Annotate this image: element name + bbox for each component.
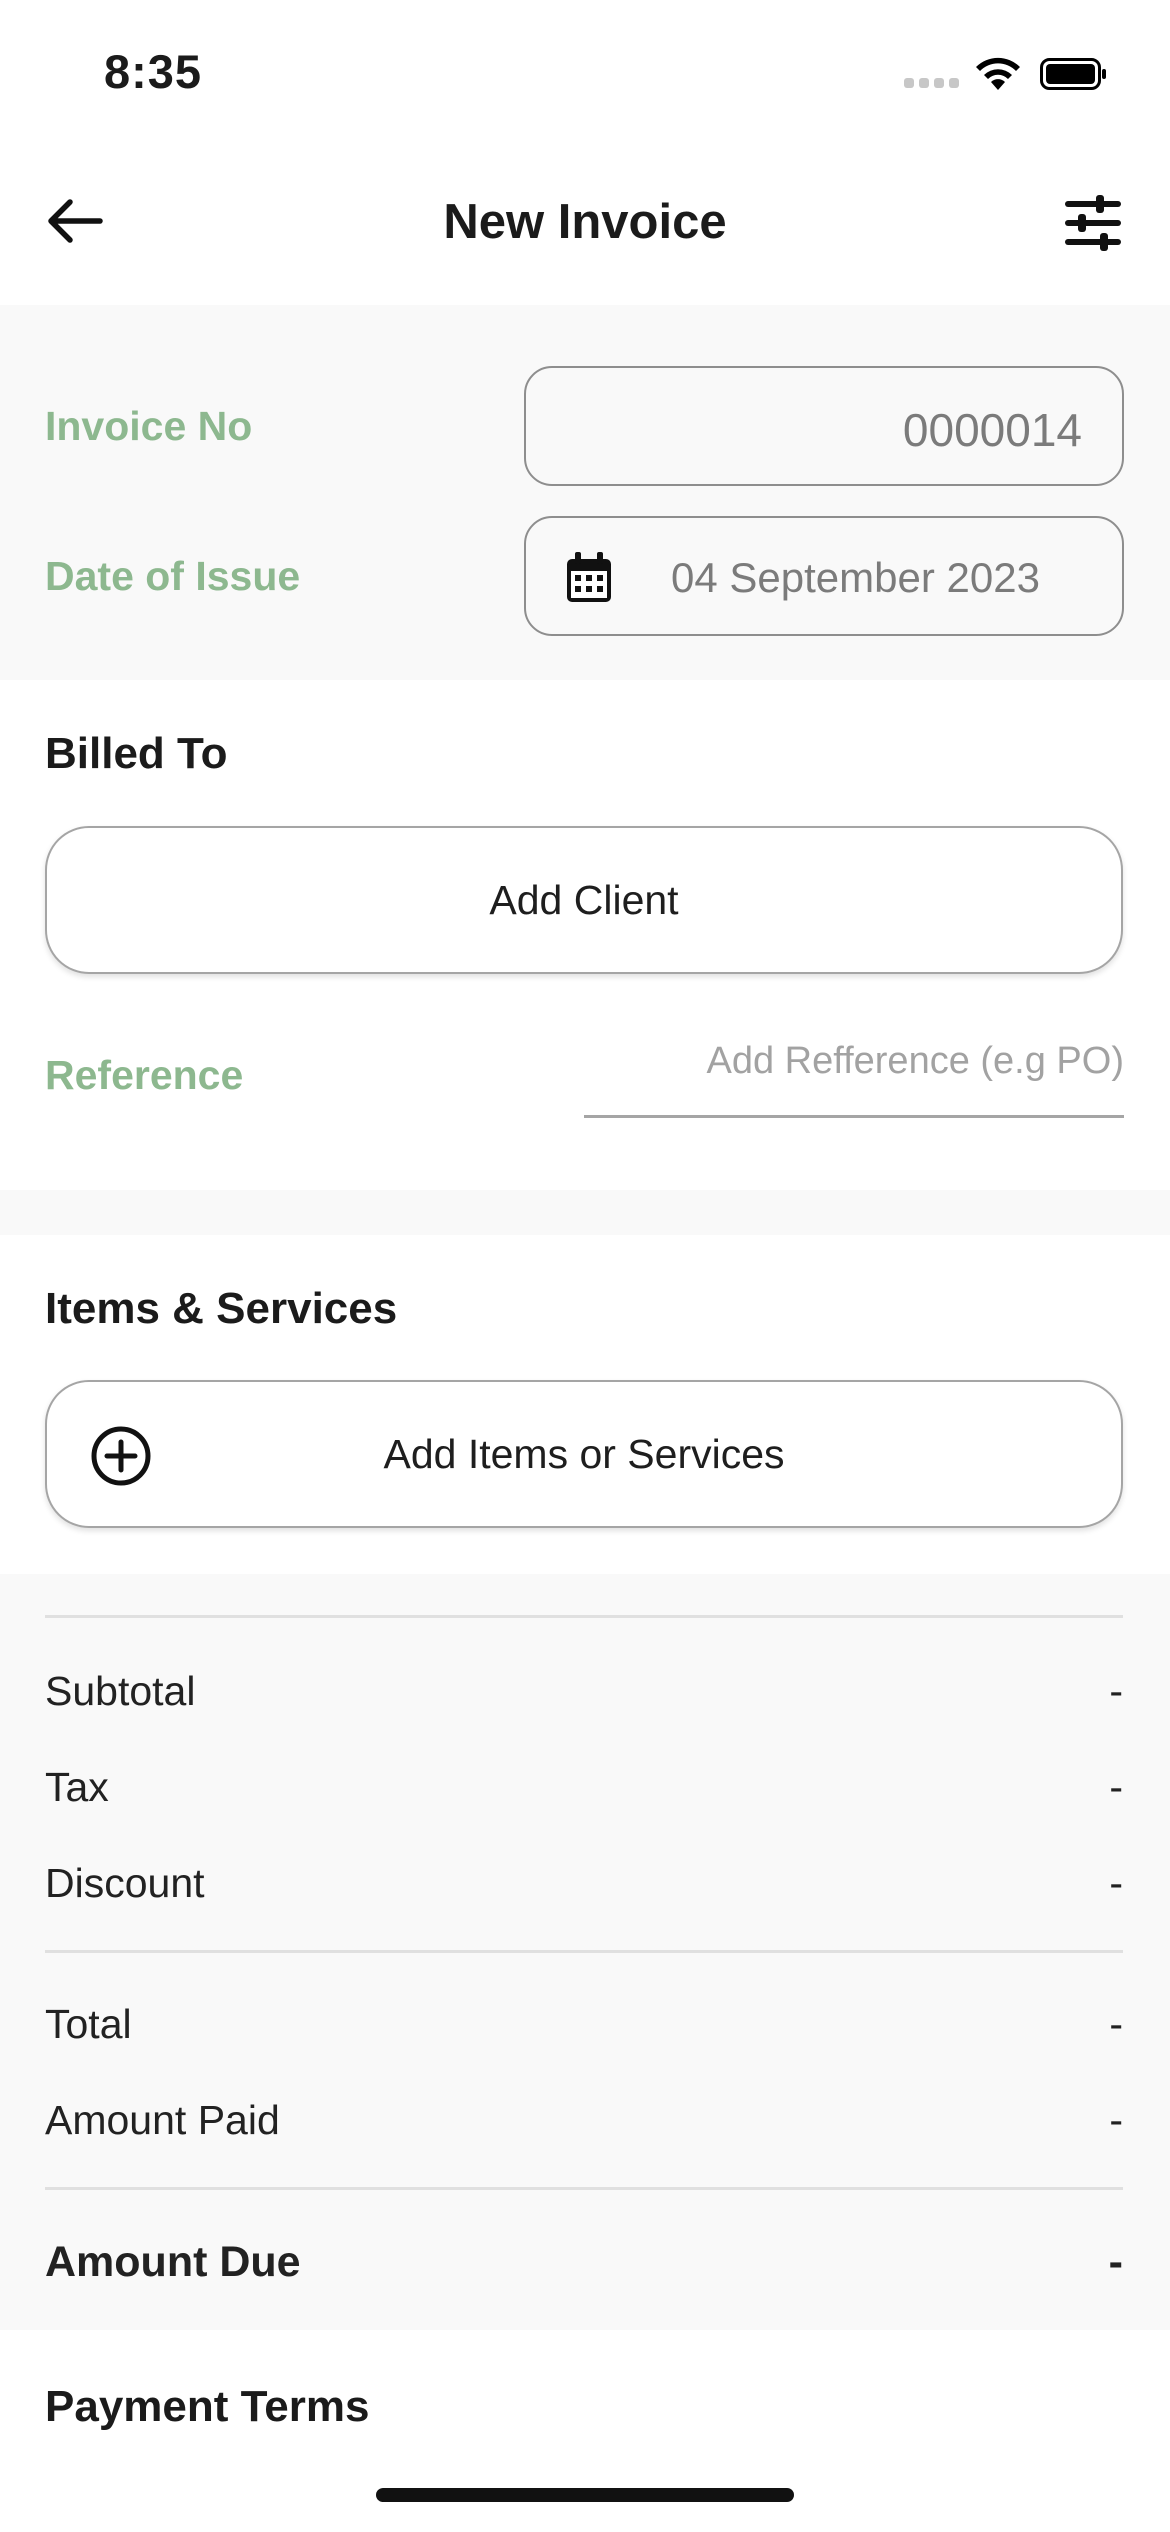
tax-row: Tax - [45, 1764, 1123, 1811]
invoice-no-label: Invoice No [45, 403, 253, 449]
reference-input[interactable] [584, 1018, 1124, 1118]
total-label: Total [45, 2001, 132, 2047]
amount-paid-label: Amount Paid [45, 2097, 280, 2143]
home-indicator[interactable] [376, 2488, 794, 2502]
settings-button[interactable] [1058, 188, 1128, 258]
subtotal-label: Subtotal [45, 1668, 196, 1714]
battery-icon [1040, 58, 1106, 90]
total-row: Total - [45, 2001, 1123, 2048]
discount-label: Discount [45, 1860, 205, 1906]
divider [45, 2187, 1123, 2190]
plus-circle-icon [91, 1426, 151, 1486]
tax-label: Tax [45, 1764, 109, 1810]
discount-value: - [1109, 1860, 1123, 1906]
amount-due-label: Amount Due [45, 2238, 301, 2286]
divider [45, 1615, 1123, 1618]
date-of-issue-label: Date of Issue [45, 553, 301, 599]
subtotal-value: - [1109, 1668, 1123, 1714]
status-time: 8:35 [104, 45, 203, 98]
amount-paid-row: Amount Paid - [45, 2097, 1123, 2144]
date-of-issue-field[interactable]: 04 September 2023 [524, 516, 1124, 636]
add-items-button[interactable]: Add Items or Services [45, 1380, 1123, 1528]
add-items-label: Add Items or Services [383, 1430, 785, 1477]
amount-paid-value: - [1109, 2097, 1123, 2143]
discount-row: Discount - [45, 1860, 1123, 1907]
calendar-icon [567, 552, 611, 602]
subtotal-row: Subtotal - [45, 1668, 1123, 1715]
sliders-icon [1065, 195, 1121, 251]
wifi-icon [972, 54, 1024, 97]
date-of-issue-value: 04 September 2023 [671, 554, 1040, 601]
billed-to-title: Billed To [45, 729, 228, 778]
reference-text-field[interactable] [584, 1018, 1124, 1083]
divider [45, 1950, 1123, 1953]
amount-due-value: - [1108, 2238, 1123, 2286]
total-value: - [1109, 2001, 1123, 2047]
tax-value: - [1109, 1764, 1123, 1810]
payment-terms-title: Payment Terms [45, 2382, 370, 2431]
page-title: New Invoice [443, 195, 727, 249]
invoice-no-field[interactable]: 0000014 [524, 366, 1124, 486]
section-separator [0, 1190, 1170, 1235]
reference-label: Reference [45, 1052, 244, 1098]
add-client-button[interactable]: Add Client [45, 826, 1123, 974]
amount-due-row: Amount Due - [45, 2238, 1123, 2287]
invoice-no-value: 0000014 [902, 404, 1082, 456]
items-services-title: Items & Services [45, 1284, 398, 1333]
cellular-signal-icon [904, 78, 960, 90]
